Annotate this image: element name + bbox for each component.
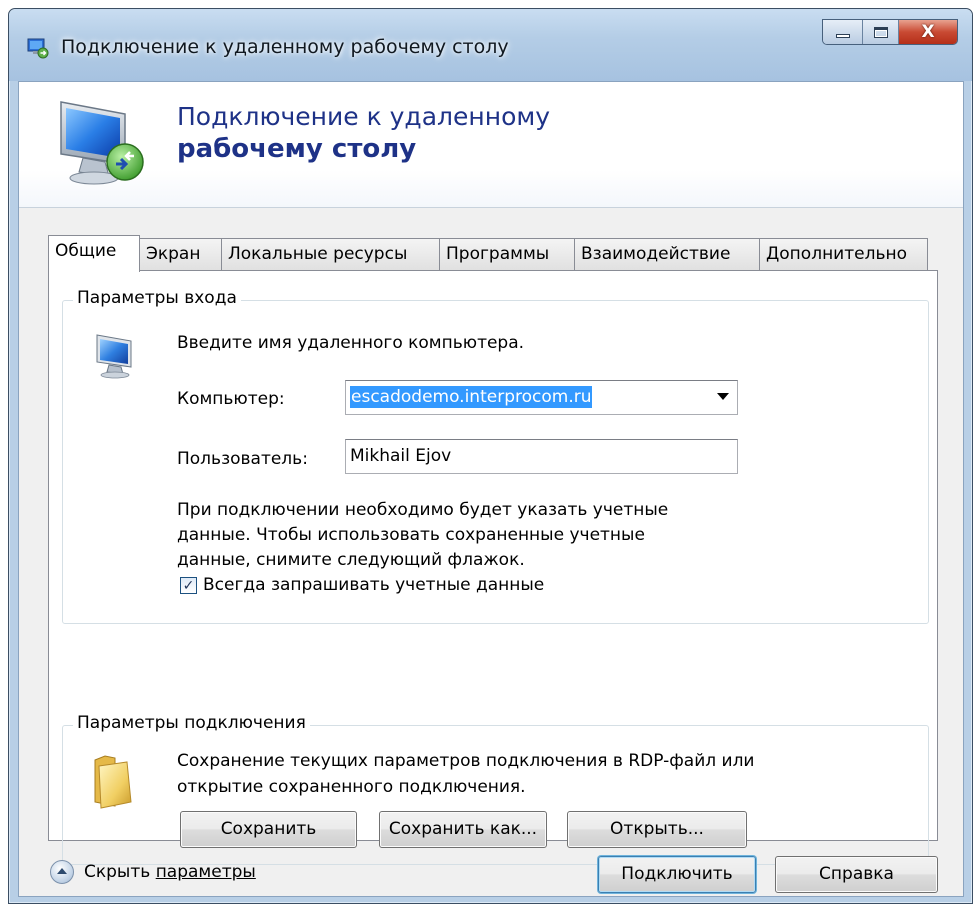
folder-icon <box>94 755 132 809</box>
save-button[interactable]: Сохранить <box>180 811 357 848</box>
info-text-line2: данные. Чтобы использовать сохраненные у… <box>177 525 645 545</box>
dialog-client-area: Подключение к удаленному рабочему столу … <box>18 81 964 897</box>
always-ask-label[interactable]: Всегда запрашивать учетные данные <box>203 575 544 595</box>
chevron-down-icon[interactable] <box>717 393 729 400</box>
login-settings-legend: Параметры входа <box>73 288 241 308</box>
maximize-button[interactable] <box>863 20 899 44</box>
rdp-window: Подключение к удаленному рабочему столу … <box>8 8 973 904</box>
close-icon: X <box>921 22 935 42</box>
tab-experience[interactable]: Взаимодействие <box>574 238 760 271</box>
computer-value: escadodemo.interprocom.ru <box>350 386 593 408</box>
header-banner: Подключение к удаленному рабочему столу <box>19 82 963 208</box>
tab-general[interactable]: Общие <box>48 235 140 272</box>
remote-desktop-icon <box>27 38 49 59</box>
minimize-icon <box>835 34 850 38</box>
computer-label: Компьютер: <box>177 389 285 409</box>
banner-title-line1: Подключение к удаленному <box>177 102 551 131</box>
hide-options-underlined: параметры <box>155 862 256 882</box>
collapse-up-icon <box>57 868 67 874</box>
user-field[interactable]: Mikhail Ejov <box>345 439 738 474</box>
login-settings-group: Параметры входа Введите имя удаленного к… <box>62 288 929 624</box>
checkmark-icon: ✓ <box>182 577 195 594</box>
open-button[interactable]: Открыть... <box>567 811 747 848</box>
banner-title-line2: рабочему столу <box>177 134 417 164</box>
window-title: Подключение к удаленному рабочему столу <box>61 36 509 58</box>
connection-desc-line2: открытие сохраненного подключения. <box>177 777 526 797</box>
connection-desc-line1: Сохранение текущих параметров подключени… <box>177 751 755 771</box>
help-button[interactable]: Справка <box>775 856 938 893</box>
maximize-icon <box>873 26 888 38</box>
title-bar[interactable]: Подключение к удаленному рабочему столу … <box>9 9 972 81</box>
tab-programs[interactable]: Программы <box>439 238 575 271</box>
tab-local-resources[interactable]: Локальные ресурсы <box>221 238 440 271</box>
user-label: Пользователь: <box>177 449 308 469</box>
hide-options-link[interactable]: Скрыть параметры <box>84 862 256 882</box>
connection-settings-legend: Параметры подключения <box>73 713 310 733</box>
always-ask-checkbox[interactable]: ✓ <box>180 577 197 594</box>
save-as-button[interactable]: Сохранить как... <box>379 811 547 848</box>
connection-settings-group: Параметры подключения Сохранение текущих… <box>62 713 929 865</box>
info-text-line3: данные, снимите следующий флажок. <box>177 550 525 570</box>
connect-button[interactable]: Подключить <box>598 856 756 893</box>
tab-panel-general: Параметры входа Введите имя удаленного к… <box>48 270 938 865</box>
instruction-text: Введите имя удаленного компьютера. <box>177 333 525 353</box>
computer-icon <box>96 334 132 379</box>
caption-buttons: X <box>822 19 958 45</box>
close-button[interactable]: X <box>899 20 957 44</box>
hide-options-toggle[interactable] <box>50 860 74 884</box>
tab-display[interactable]: Экран <box>139 238 222 271</box>
minimize-button[interactable] <box>823 20 863 44</box>
hide-options-prefix: Скрыть <box>84 862 156 882</box>
tab-advanced[interactable]: Дополнительно <box>759 238 928 271</box>
computer-combobox[interactable]: escadodemo.interprocom.ru <box>345 380 738 415</box>
monitor-connection-icon <box>60 101 144 185</box>
info-text-line1: При подключении необходимо будет указать… <box>177 500 669 520</box>
user-value: Mikhail Ejov <box>350 446 452 466</box>
